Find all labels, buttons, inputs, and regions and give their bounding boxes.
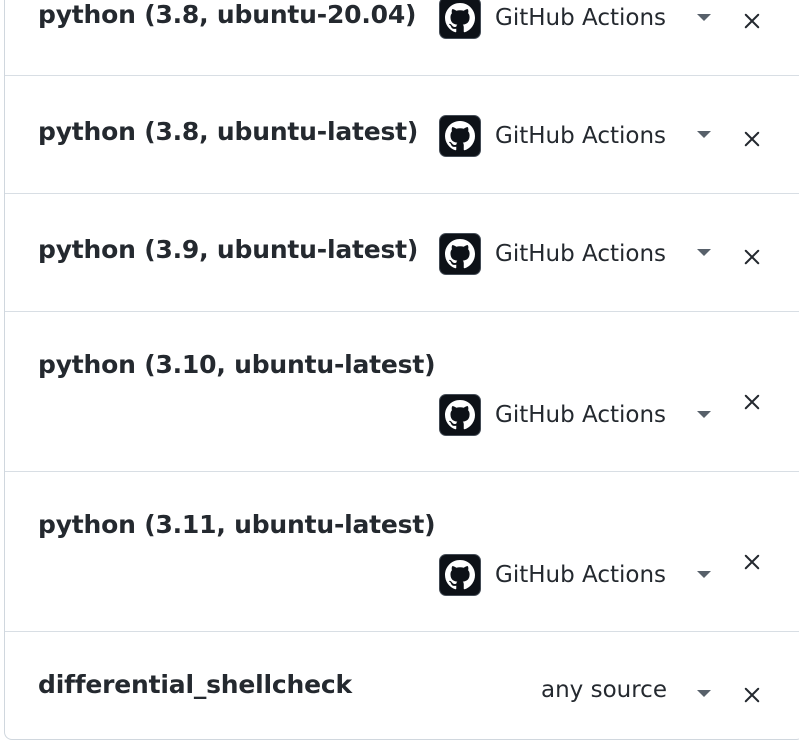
source-label: GitHub Actions — [495, 241, 667, 267]
github-mark-icon — [439, 0, 481, 39]
chevron-down-icon[interactable] — [697, 411, 711, 418]
check-name: python (3.9, ubuntu-latest) — [38, 235, 419, 264]
source-selector[interactable]: GitHub Actions — [439, 554, 666, 596]
check-name: python (3.11, ubuntu-latest) — [38, 510, 436, 539]
source-selector[interactable]: GitHub Actions — [439, 394, 666, 436]
source-label: any source — [541, 677, 667, 703]
source-label: GitHub Actions — [495, 562, 667, 588]
source-label: GitHub Actions — [495, 5, 667, 31]
github-mark-icon — [439, 554, 481, 596]
check-name: python (3.10, ubuntu-latest) — [38, 350, 436, 379]
check-row: python (3.9, ubuntu-latest) GitHub Actio… — [5, 193, 799, 311]
check-row: differential_shellcheck any source — [5, 631, 799, 741]
chevron-down-icon[interactable] — [697, 690, 711, 697]
close-icon[interactable] — [737, 547, 767, 577]
chevron-down-icon[interactable] — [697, 131, 711, 138]
check-row: python (3.8, ubuntu-latest) GitHub Actio… — [5, 75, 799, 193]
source-label: GitHub Actions — [495, 402, 667, 428]
close-icon[interactable] — [737, 124, 767, 154]
source-selector[interactable]: any source — [541, 677, 667, 703]
check-name: differential_shellcheck — [38, 670, 352, 699]
check-name: python (3.8, ubuntu-latest) — [38, 117, 419, 146]
check-name: python (3.8, ubuntu-20.04) — [38, 0, 417, 29]
required-checks-list: python (3.8, ubuntu-20.04) GitHub Action… — [4, 0, 799, 740]
close-icon[interactable] — [737, 680, 767, 710]
github-mark-icon — [439, 233, 481, 275]
source-selector[interactable]: GitHub Actions — [439, 0, 666, 39]
source-label: GitHub Actions — [495, 123, 667, 149]
github-mark-icon — [439, 115, 481, 157]
chevron-down-icon[interactable] — [697, 249, 711, 256]
chevron-down-icon[interactable] — [697, 571, 711, 578]
chevron-down-icon[interactable] — [697, 14, 711, 21]
github-mark-icon — [439, 394, 481, 436]
check-row: python (3.10, ubuntu-latest) GitHub Acti… — [5, 311, 799, 471]
close-icon[interactable] — [737, 387, 767, 417]
source-selector[interactable]: GitHub Actions — [439, 233, 666, 275]
source-selector[interactable]: GitHub Actions — [439, 115, 666, 157]
close-icon[interactable] — [737, 242, 767, 272]
check-row: python (3.11, ubuntu-latest) GitHub Acti… — [5, 471, 799, 631]
check-row: python (3.8, ubuntu-20.04) GitHub Action… — [5, 0, 799, 75]
close-icon[interactable] — [737, 6, 767, 36]
